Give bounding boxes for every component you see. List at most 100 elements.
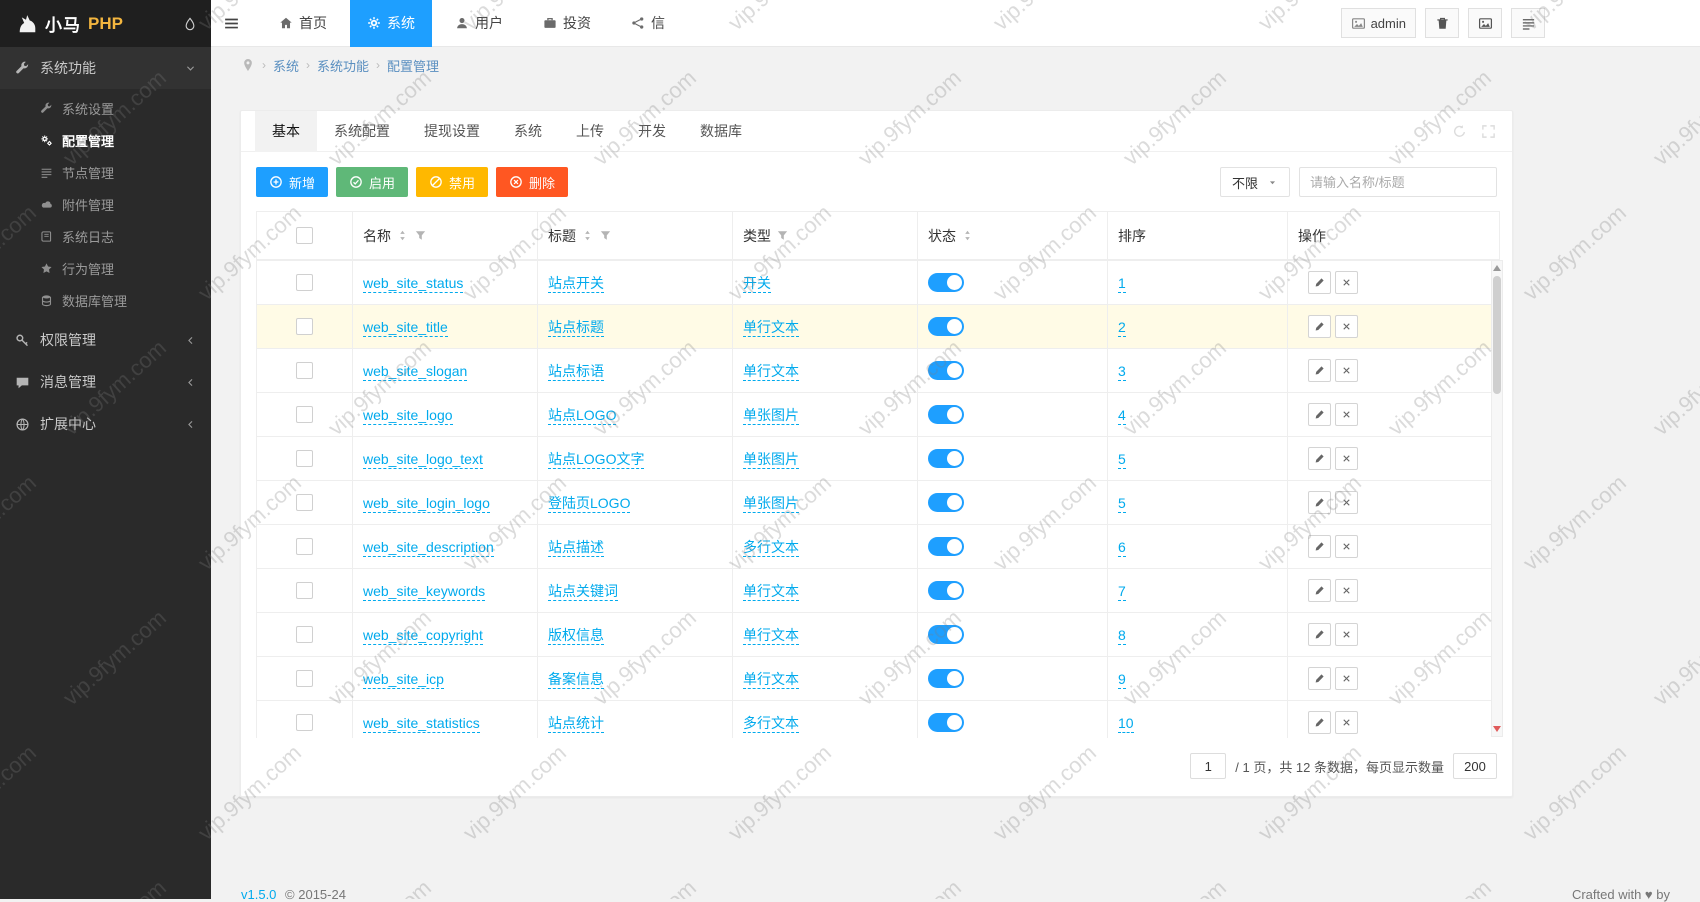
delete-button[interactable] [1335,359,1358,382]
edit-button[interactable] [1308,623,1331,646]
order-link[interactable]: 9 [1118,670,1126,689]
edit-button[interactable] [1308,271,1331,294]
row-checkbox[interactable] [296,582,313,600]
table-row[interactable]: web_site_login_logo 登陆页LOGO 单张图片 5 [256,480,1497,525]
table-row[interactable]: web_site_keywords 站点关键词 单行文本 7 [256,568,1497,613]
sidebar-section[interactable]: 系统功能 [0,47,211,89]
column-header-type[interactable]: 类型 [732,211,918,260]
type-link[interactable]: 单行文本 [743,318,799,337]
status-toggle[interactable] [928,361,964,380]
column-header-select[interactable] [256,211,353,260]
name-link[interactable]: web_site_logo_text [363,450,483,469]
delete-button[interactable] [1335,491,1358,514]
row-checkbox[interactable] [296,494,313,512]
delete-button[interactable] [1335,667,1358,690]
status-toggle[interactable] [928,449,964,468]
sidebar-item[interactable]: 行为管理 [0,252,211,284]
delete-button[interactable] [1335,711,1358,734]
tab-item[interactable]: 开发 [621,111,683,152]
nav-item[interactable]: 用户 [438,0,520,47]
enable-button[interactable]: 启用 [336,167,409,197]
title-link[interactable]: 登陆页LOGO [548,494,631,513]
filter-select[interactable]: 不限 [1219,167,1290,197]
edit-button[interactable] [1308,535,1331,558]
tab-item[interactable]: 系统配置 [317,111,407,152]
type-link[interactable]: 单行文本 [743,362,799,381]
order-link[interactable]: 4 [1118,406,1126,425]
row-checkbox[interactable] [296,450,313,468]
status-toggle[interactable] [928,317,964,336]
nav-item[interactable]: 投资 [526,0,608,47]
status-toggle[interactable] [928,537,964,556]
name-link[interactable]: web_site_icp [363,670,444,689]
title-link[interactable]: 站点标语 [548,362,604,381]
table-row[interactable]: web_site_statistics 站点统计 多行文本 10 [256,700,1497,738]
type-link[interactable]: 多行文本 [743,714,799,733]
sidebar-section[interactable]: 权限管理 [0,319,211,361]
column-header-status[interactable]: 状态 [917,211,1108,260]
sidebar-item[interactable]: 系统日志 [0,220,211,252]
title-link[interactable]: 站点LOGO文字 [548,450,645,469]
row-checkbox[interactable] [296,274,313,292]
row-checkbox[interactable] [296,538,313,556]
delete-button[interactable]: 删除 [496,167,569,197]
row-checkbox[interactable] [296,714,313,732]
type-link[interactable]: 多行文本 [743,538,799,557]
title-link[interactable]: 站点关键词 [548,582,618,601]
image-button[interactable] [1468,8,1502,38]
select-all-checkbox[interactable] [296,227,313,245]
name-link[interactable]: web_site_title [363,318,448,337]
scrollbar-thumb[interactable] [1493,276,1501,394]
delete-button[interactable] [1335,623,1358,646]
nav-item[interactable]: 首页 [262,0,344,47]
status-toggle[interactable] [928,273,964,292]
row-checkbox[interactable] [296,406,313,424]
refresh-button[interactable] [1452,124,1467,139]
name-link[interactable]: web_site_login_logo [363,494,490,513]
table-row[interactable]: web_site_icp 备案信息 单行文本 9 [256,656,1497,701]
table-row[interactable]: web_site_description 站点描述 多行文本 6 [256,524,1497,569]
table-row[interactable]: web_site_status 站点开关 开关 1 [256,260,1497,305]
edit-button[interactable] [1308,711,1331,734]
title-link[interactable]: 站点描述 [548,538,604,557]
admin-avatar[interactable]: admin [1340,8,1416,38]
tab-active[interactable]: 基本 [255,110,317,152]
table-row[interactable]: web_site_title 站点标题 单行文本 2 [256,304,1497,349]
column-header-title[interactable]: 标题 [537,211,733,260]
trash-button[interactable] [1425,8,1459,38]
order-link[interactable]: 6 [1118,538,1126,557]
status-toggle[interactable] [928,669,964,688]
status-toggle[interactable] [928,493,964,512]
table-row[interactable]: web_site_copyright 版权信息 单行文本 8 [256,612,1497,657]
row-checkbox[interactable] [296,318,313,336]
title-link[interactable]: 站点LOGO [548,406,617,425]
scroll-up-button[interactable] [1492,262,1502,274]
order-link[interactable]: 3 [1118,362,1126,381]
edit-button[interactable] [1308,359,1331,382]
add-button[interactable]: 新增 [256,167,329,197]
sidebar-item[interactable]: 附件管理 [0,188,211,220]
disable-button[interactable]: 禁用 [416,167,489,197]
status-toggle[interactable] [928,581,964,600]
order-link[interactable]: 5 [1118,450,1126,469]
sidebar-item[interactable]: 数据库管理 [0,284,211,316]
edit-button[interactable] [1308,447,1331,470]
edit-button[interactable] [1308,403,1331,426]
type-link[interactable]: 单行文本 [743,582,799,601]
title-link[interactable]: 版权信息 [548,626,604,645]
page-size-input[interactable] [1453,753,1497,779]
row-checkbox[interactable] [296,362,313,380]
order-link[interactable]: 2 [1118,318,1126,337]
sidebar-item[interactable]: 节点管理 [0,156,211,188]
delete-button[interactable] [1335,579,1358,602]
breadcrumb-link[interactable]: 系统功能 [317,56,369,75]
nav-item[interactable]: 系统 [350,0,432,47]
delete-button[interactable] [1335,447,1358,470]
tab-item[interactable]: 上传 [559,111,621,152]
type-link[interactable]: 单张图片 [743,450,799,469]
tab-item[interactable]: 数据库 [683,111,759,152]
sidebar-section[interactable]: 扩展中心 [0,403,211,445]
order-link[interactable]: 7 [1118,582,1126,601]
delete-button[interactable] [1335,315,1358,338]
edit-button[interactable] [1308,667,1331,690]
